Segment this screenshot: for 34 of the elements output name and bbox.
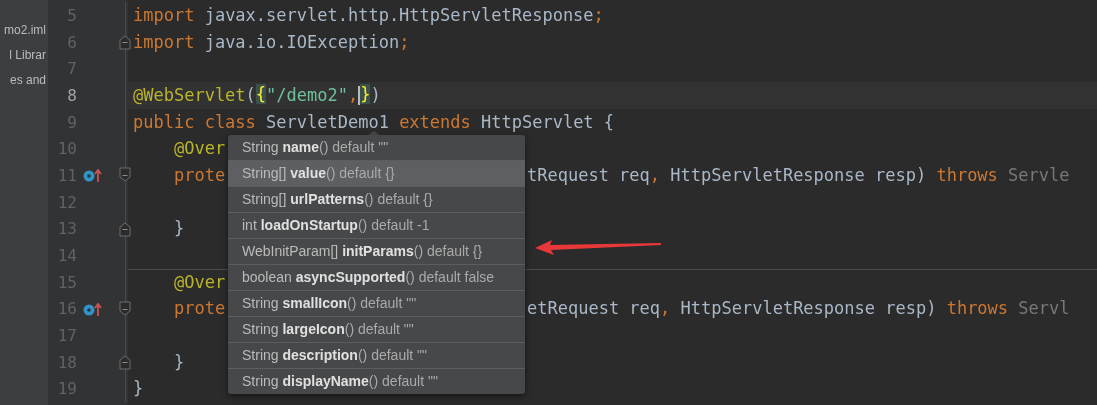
code-text: } <box>172 220 185 238</box>
fold-icon[interactable] <box>119 220 131 237</box>
code-text: prote <box>172 300 226 318</box>
code-text: @Over <box>172 274 226 292</box>
completion-item[interactable]: String displayName() default "" <box>228 368 525 394</box>
code-text: @Over <box>172 140 226 158</box>
code-text: } <box>133 380 144 398</box>
project-tree-item[interactable]: l Librar <box>9 43 48 68</box>
fold-icon[interactable] <box>119 354 131 371</box>
fold-icon[interactable] <box>119 34 131 51</box>
completion-item[interactable]: String name() default "" <box>228 135 525 160</box>
completion-item[interactable]: String description() default "" <box>228 342 525 368</box>
project-tree-item[interactable]: es and <box>9 68 48 93</box>
code-text: import java.io.IOException; <box>133 33 410 51</box>
completion-item[interactable]: int loadOnStartup() default -1 <box>228 212 525 238</box>
code-text: import javax.servlet.http.HttpServletResponse; <box>133 6 604 24</box>
override-icon[interactable] <box>82 300 103 317</box>
completion-item[interactable]: boolean asyncSupported() default false <box>228 264 525 290</box>
completion-item[interactable]: WebInitParam[] initParams() default {} <box>228 238 525 264</box>
code-text: prote <box>172 166 226 184</box>
completion-item[interactable]: String smallIcon() default "" <box>228 290 525 316</box>
completion-item[interactable]: String[] urlPatterns() default {} <box>228 186 525 212</box>
code-text: } <box>172 353 185 371</box>
code-text: etRequest req, HttpServletResponse resp) throws Servl <box>527 300 1070 318</box>
completion-item[interactable]: String largeIcon() default "" <box>228 316 525 342</box>
override-icon[interactable] <box>82 167 103 184</box>
code-text: tRequest req, HttpServletResponse resp) throws Servle <box>527 166 1070 184</box>
code-text: public class ServletDemo1 extends HttpServlet { <box>133 113 615 131</box>
fold-icon[interactable] <box>119 167 131 184</box>
completion-item[interactable]: String[] value() default {} <box>228 160 525 186</box>
code-text: @WebServlet({"/demo2",}) <box>133 85 381 105</box>
project-tree-item[interactable]: mo2.iml <box>4 18 48 43</box>
line-number: 8 <box>66 85 77 105</box>
fold-icon[interactable] <box>119 300 131 317</box>
